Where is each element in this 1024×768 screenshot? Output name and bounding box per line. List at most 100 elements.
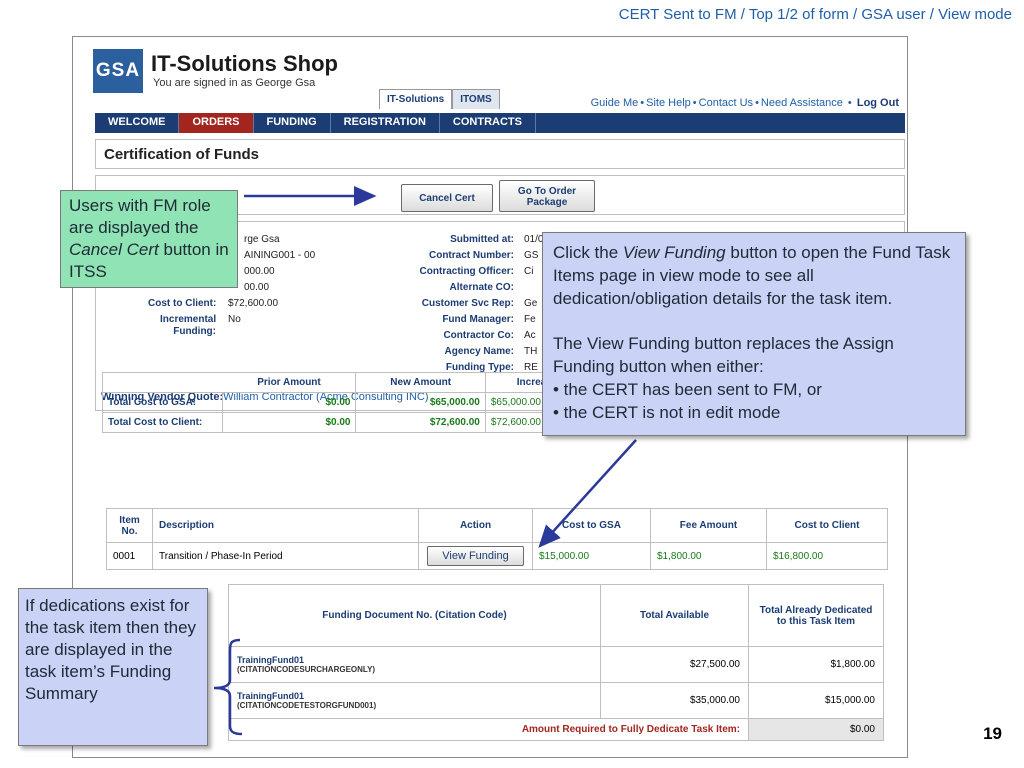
- info-left-value: rge Gsa: [244, 234, 280, 245]
- view-funding-callout: Click the View Funding button to open th…: [542, 232, 966, 436]
- total-available-header: Total Available: [600, 584, 749, 647]
- total-dedicated: $15,000.00: [748, 682, 884, 719]
- go-to-order-package-button[interactable]: Go To Order Package: [499, 180, 595, 212]
- nav-funding[interactable]: FUNDING: [254, 113, 331, 133]
- item-no-header: Item No.: [106, 508, 153, 543]
- top-tabs: IT-Solutions ITOMS: [379, 89, 500, 109]
- contracting-officer-value: Ci: [524, 266, 534, 277]
- fee-amount-header: Fee Amount: [650, 508, 767, 543]
- citation-code: (CITATIONCODETESTORGFUND001): [237, 701, 377, 710]
- vf-bullet-1: • the CERT has been sent to FM, or: [553, 380, 822, 399]
- vf-paragraph-2: The View Funding button replaces the Ass…: [553, 334, 894, 376]
- new-amount: $65,000.00: [355, 392, 486, 413]
- cost-to-gsa-header: Cost to GSA: [532, 508, 651, 543]
- dedications-callout: If dedications exist for the task item t…: [18, 588, 208, 746]
- fm-callout-italic: Cancel Cert: [69, 240, 159, 259]
- page-title: Certification of Funds: [95, 139, 905, 169]
- agency-name-value: TH: [524, 346, 538, 357]
- nav-welcome[interactable]: WELCOME: [95, 113, 180, 133]
- total-available: $27,500.00: [600, 646, 749, 683]
- table-header-spacer: [102, 372, 223, 393]
- vf-italic: View Funding: [622, 243, 726, 262]
- site-help-link[interactable]: Site Help: [646, 97, 691, 109]
- cancel-cert-button[interactable]: Cancel Cert: [401, 184, 493, 212]
- funding-document-no: TrainingFund01: [237, 691, 305, 701]
- nav-orders[interactable]: ORDERS: [179, 113, 254, 133]
- incremental-funding-value: No: [228, 314, 241, 325]
- view-funding-button[interactable]: View Funding: [427, 546, 524, 566]
- nav-contracts[interactable]: CONTRACTS: [440, 113, 536, 133]
- cost-to-client-value: $72,600.00: [228, 298, 279, 309]
- main-nav: WELCOME ORDERS FUNDING REGISTRATION CONT…: [95, 113, 905, 133]
- page-number: 19: [983, 724, 1002, 743]
- item-description: Transition / Phase-In Period: [152, 542, 419, 570]
- table-row: Total Cost to Client: $0.00 $72,600.00 $…: [102, 412, 603, 433]
- table-row: Total Cost to GSA: $0.00 $65,000.00 $65,…: [102, 392, 603, 413]
- total-dedicated-header: Total Already Dedicated to this Task Ite…: [748, 584, 884, 647]
- app-title: IT-Solutions Shop: [151, 51, 338, 76]
- item-fee-amount: $1,800.00: [650, 542, 767, 570]
- contracting-officer-label: Contracting Officer:: [419, 266, 514, 277]
- help-links: Guide Me • Site Help • Contact Us • Need Assis…: [590, 97, 899, 109]
- agency-name-label: Agency Name:: [444, 346, 514, 357]
- nav-registration[interactable]: REGISTRATION: [331, 113, 440, 133]
- item-cost-to-gsa: $15,000.00: [532, 542, 651, 570]
- fund-manager-label: Fund Manager:: [442, 314, 514, 325]
- prior-amount: $0.00: [221, 392, 357, 413]
- contract-number-value: GS: [524, 250, 539, 261]
- tab-itoms[interactable]: ITOMS: [452, 89, 500, 109]
- row-label: Total Cost to GSA:: [102, 392, 223, 413]
- prior-amount-header: Prior Amount: [222, 372, 357, 393]
- signed-in-text: You are signed in as George Gsa: [153, 77, 316, 89]
- funding-document-cell: TrainingFund01 (CITATIONCODESURCHARGEONL…: [228, 646, 601, 683]
- funding-document-cell: TrainingFund01 (CITATIONCODETESTORGFUND0…: [228, 682, 601, 719]
- table-row: TrainingFund01 (CITATIONCODETESTORGFUND0…: [228, 682, 884, 719]
- amount-required-value: $0.00: [748, 718, 884, 741]
- vf-bullet-2: • the CERT is not in edit mode: [553, 403, 781, 422]
- gsa-logo: GSA: [93, 49, 143, 93]
- fm-callout-text: Users with FM role are displayed the: [69, 196, 211, 237]
- contract-number-label: Contract Number:: [428, 250, 514, 261]
- vf-paragraph-1: Click the View Funding button to open th…: [553, 241, 955, 310]
- table-row: Amount Required to Fully Dedicate Task I…: [228, 718, 884, 741]
- total-dedicated: $1,800.00: [748, 646, 884, 683]
- table-row: TrainingFund01 (CITATIONCODESURCHARGEONL…: [228, 646, 884, 683]
- customer-svc-rep-label: Customer Svc Rep:: [421, 298, 514, 309]
- contractor-co-value: Ac: [524, 330, 536, 341]
- need-assistance-link[interactable]: Need Assistance: [761, 97, 843, 109]
- fund-manager-value: Fe: [524, 314, 536, 325]
- row-label: Total Cost to Client:: [102, 412, 223, 433]
- action-header: Action: [418, 508, 533, 543]
- cost-to-client-label: Cost to Client:: [148, 298, 217, 309]
- submitted-at-label: Submitted at:: [450, 234, 514, 245]
- citation-code: (CITATIONCODESURCHARGEONLY): [237, 665, 376, 674]
- table-row: 0001 Transition / Phase-In Period View F…: [106, 542, 888, 570]
- contact-us-link[interactable]: Contact Us: [699, 97, 753, 109]
- customer-svc-rep-value: Ge: [524, 298, 538, 309]
- info-left-value: AINING001 - 00: [244, 250, 316, 261]
- log-out-link[interactable]: Log Out: [857, 97, 899, 109]
- tab-it-solutions[interactable]: IT-Solutions: [379, 89, 453, 109]
- incremental-funding-label: Incremental Funding:: [160, 314, 217, 337]
- amount-required-label: Amount Required to Fully Dedicate Task I…: [228, 718, 749, 741]
- info-left-value: 00.00: [244, 282, 270, 293]
- item-cost-to-client: $16,800.00: [766, 542, 888, 570]
- info-left-value: 000.00: [244, 266, 275, 277]
- cost-to-client-header: Cost to Client: [766, 508, 888, 543]
- task-items-table: Item No. Description Action Cost to GSA …: [106, 508, 888, 570]
- alternate-co-label: Alternate CO:: [449, 282, 514, 293]
- description-header: Description: [152, 508, 419, 543]
- new-amount: $72,600.00: [355, 412, 486, 433]
- funding-summary-table: Funding Document No. (Citation Code) Tot…: [228, 584, 884, 741]
- vf-text: Click the: [553, 243, 619, 262]
- new-amount-header: New Amount: [355, 372, 486, 393]
- total-available: $35,000.00: [600, 682, 749, 719]
- fm-role-callout: Users with FM role are displayed the Can…: [60, 190, 238, 288]
- contractor-co-label: Contractor Co:: [443, 330, 514, 341]
- guide-me-link[interactable]: Guide Me: [591, 97, 639, 109]
- funding-document-no: TrainingFund01: [237, 655, 305, 665]
- slide-title: CERT Sent to FM / Top 1/2 of form / GSA …: [618, 6, 1012, 23]
- funding-document-header: Funding Document No. (Citation Code): [228, 584, 601, 647]
- action-cell: View Funding: [418, 542, 533, 570]
- item-no: 0001: [106, 542, 153, 570]
